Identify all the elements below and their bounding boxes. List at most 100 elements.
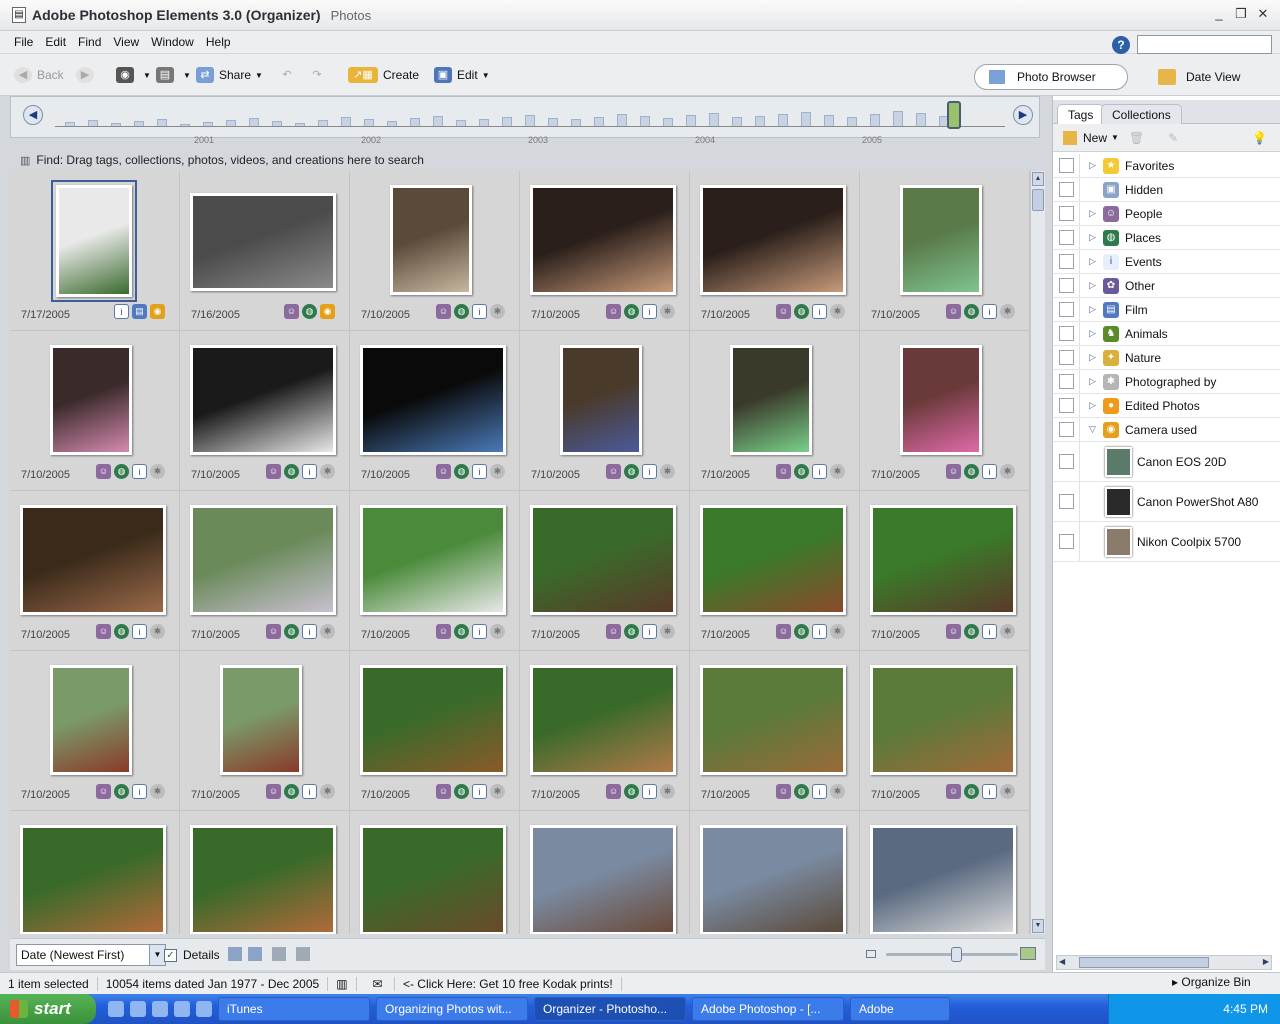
places-tag-icon[interactable]: ◍	[114, 624, 129, 639]
scroll-up-icon[interactable]: ▲	[1032, 172, 1044, 186]
photo-thumbnail[interactable]	[360, 345, 506, 455]
events-tag-icon[interactable]: i	[132, 464, 147, 479]
people-tag-icon[interactable]: ☺	[96, 624, 111, 639]
photo-thumbnail[interactable]	[220, 665, 302, 775]
people-tag-icon[interactable]: ☺	[606, 464, 621, 479]
photo-thumbnail[interactable]	[190, 193, 336, 291]
menu-help[interactable]: Help	[206, 35, 231, 49]
photo-thumbnail[interactable]	[530, 665, 676, 775]
tag-checkbox[interactable]	[1059, 206, 1074, 221]
camera-button[interactable]: ◉ ▼	[116, 64, 151, 86]
tab-tags[interactable]: Tags	[1057, 104, 1105, 126]
places-tag-icon[interactable]: ◍	[454, 464, 469, 479]
tag-row[interactable]: ▷ ◍ Places	[1053, 226, 1280, 250]
film-tag-icon[interactable]: ▤	[132, 304, 147, 319]
photo-thumbnail[interactable]	[700, 185, 846, 295]
photo-cell[interactable]: 7/10/2005 ☺ ◍ i ✱	[860, 651, 1030, 811]
restore-icon[interactable]: ❐	[1234, 6, 1248, 22]
events-tag-icon[interactable]: i	[472, 784, 487, 799]
expand-icon[interactable]: ▷	[1089, 232, 1096, 243]
photo-thumbnail[interactable]	[560, 345, 642, 455]
print-button[interactable]: ▤ ▼	[156, 64, 191, 86]
minimize-icon[interactable]: _	[1212, 6, 1226, 22]
events-tag-icon[interactable]: i	[982, 304, 997, 319]
places-tag-icon[interactable]: ◍	[624, 624, 639, 639]
events-tag-icon[interactable]: i	[642, 624, 657, 639]
create-button[interactable]: ↗▦ Create	[348, 64, 419, 86]
photographed-by-tag-icon[interactable]: ✱	[320, 784, 335, 799]
tag-row[interactable]: ▣ Hidden	[1053, 178, 1280, 202]
photo-cell[interactable]	[350, 811, 520, 934]
quick-launch-icon[interactable]	[108, 1001, 124, 1017]
places-tag-icon[interactable]: ◍	[964, 464, 979, 479]
sort-select[interactable]: Date (Newest First) ▼	[16, 944, 166, 966]
photo-thumbnail[interactable]	[20, 505, 166, 615]
menu-window[interactable]: Window	[151, 35, 194, 49]
back-button[interactable]: ◀ Back	[14, 64, 64, 86]
people-tag-icon[interactable]: ☺	[776, 304, 791, 319]
photo-thumbnail[interactable]	[900, 345, 982, 455]
places-tag-icon[interactable]: ◍	[794, 464, 809, 479]
photo-cell[interactable]: 7/10/2005 ☺ ◍ i ✱	[690, 331, 860, 491]
redo-button[interactable]: ↷	[308, 64, 331, 86]
tag-row[interactable]: ▷ i Events	[1053, 250, 1280, 274]
taskbar-item-adobe[interactable]: Adobe	[850, 997, 950, 1021]
people-tag-icon[interactable]: ☺	[436, 624, 451, 639]
taskbar-item-organizer[interactable]: Organizer - Photosho...	[534, 997, 686, 1021]
places-tag-icon[interactable]: ◍	[624, 304, 639, 319]
timeline-handle[interactable]	[947, 101, 961, 129]
photo-browser-button[interactable]: Photo Browser	[974, 64, 1128, 90]
tag-row[interactable]: ▷ ✱ Photographed by	[1053, 370, 1280, 394]
people-tag-icon[interactable]: ☺	[606, 304, 621, 319]
people-tag-icon[interactable]: ☺	[96, 784, 111, 799]
tag-checkbox[interactable]	[1059, 398, 1074, 413]
tag-checkbox[interactable]	[1059, 422, 1074, 437]
photographed-by-tag-icon[interactable]: ✱	[660, 304, 675, 319]
people-tag-icon[interactable]: ☺	[606, 624, 621, 639]
large-thumb-icon[interactable]	[1020, 947, 1036, 960]
chevron-down-icon[interactable]: ▼	[1111, 133, 1119, 142]
photo-thumbnail[interactable]	[700, 505, 846, 615]
undo-button[interactable]: ↶	[278, 64, 301, 86]
camera-tag-icon[interactable]: ◉	[150, 304, 165, 319]
hscroll-thumb[interactable]	[1079, 957, 1209, 968]
photo-cell[interactable]	[10, 811, 180, 934]
taskbar-item-firefox[interactable]: Organizing Photos wit...	[376, 997, 528, 1021]
expand-icon[interactable]: ▷	[1089, 280, 1096, 291]
photographed-by-tag-icon[interactable]: ✱	[830, 784, 845, 799]
places-tag-icon[interactable]: ◍	[284, 464, 299, 479]
photo-cell[interactable]: 7/10/2005 ☺ ◍ i ✱	[860, 331, 1030, 491]
events-tag-icon[interactable]: i	[982, 624, 997, 639]
camera-tag-icon[interactable]: ◉	[320, 304, 335, 319]
photo-thumbnail[interactable]	[700, 825, 846, 934]
find-bar[interactable]: ▥ Find: Drag tags, collections, photos, …	[10, 150, 1040, 170]
places-tag-icon[interactable]: ◍	[284, 624, 299, 639]
tag-checkbox[interactable]	[1059, 302, 1074, 317]
people-tag-icon[interactable]: ☺	[946, 464, 961, 479]
tag-checkbox[interactable]	[1059, 494, 1074, 509]
photo-cell[interactable]: 7/10/2005 ☺ ◍ i ✱	[350, 171, 520, 331]
photographed-by-tag-icon[interactable]: ✱	[1000, 624, 1015, 639]
menu-view[interactable]: View	[113, 35, 139, 49]
photo-thumbnail[interactable]	[870, 505, 1016, 615]
quick-launch-icon[interactable]	[174, 1001, 190, 1017]
people-tag-icon[interactable]: ☺	[266, 624, 281, 639]
photo-thumbnail[interactable]	[190, 825, 336, 934]
events-tag-icon[interactable]: i	[982, 464, 997, 479]
photo-cell[interactable]: 7/10/2005 ☺ ◍ i ✱	[10, 491, 180, 651]
events-tag-icon[interactable]: i	[114, 304, 129, 319]
single-view-icon[interactable]	[248, 947, 262, 961]
photo-cell[interactable]: 7/10/2005 ☺ ◍ i ✱	[520, 171, 690, 331]
help-search-input[interactable]	[1137, 35, 1272, 54]
lightbulb-icon[interactable]: 💡	[1252, 131, 1267, 145]
photo-thumbnail[interactable]	[360, 665, 506, 775]
photo-cell[interactable]	[860, 811, 1030, 934]
photo-cell[interactable]: 7/17/2005 i ▤ ◉	[10, 171, 180, 331]
rotate-icon[interactable]	[272, 947, 286, 961]
vertical-scrollbar[interactable]: ▲ ▼	[1030, 171, 1045, 934]
photo-cell[interactable]: 7/10/2005 ☺ ◍ i ✱	[350, 491, 520, 651]
camera-tag-row[interactable]: Canon EOS 20D	[1053, 442, 1280, 482]
people-tag-icon[interactable]: ☺	[606, 784, 621, 799]
photo-cell[interactable]: 7/10/2005 ☺ ◍ i ✱	[180, 651, 350, 811]
scroll-right-icon[interactable]: ▶	[1263, 957, 1269, 966]
